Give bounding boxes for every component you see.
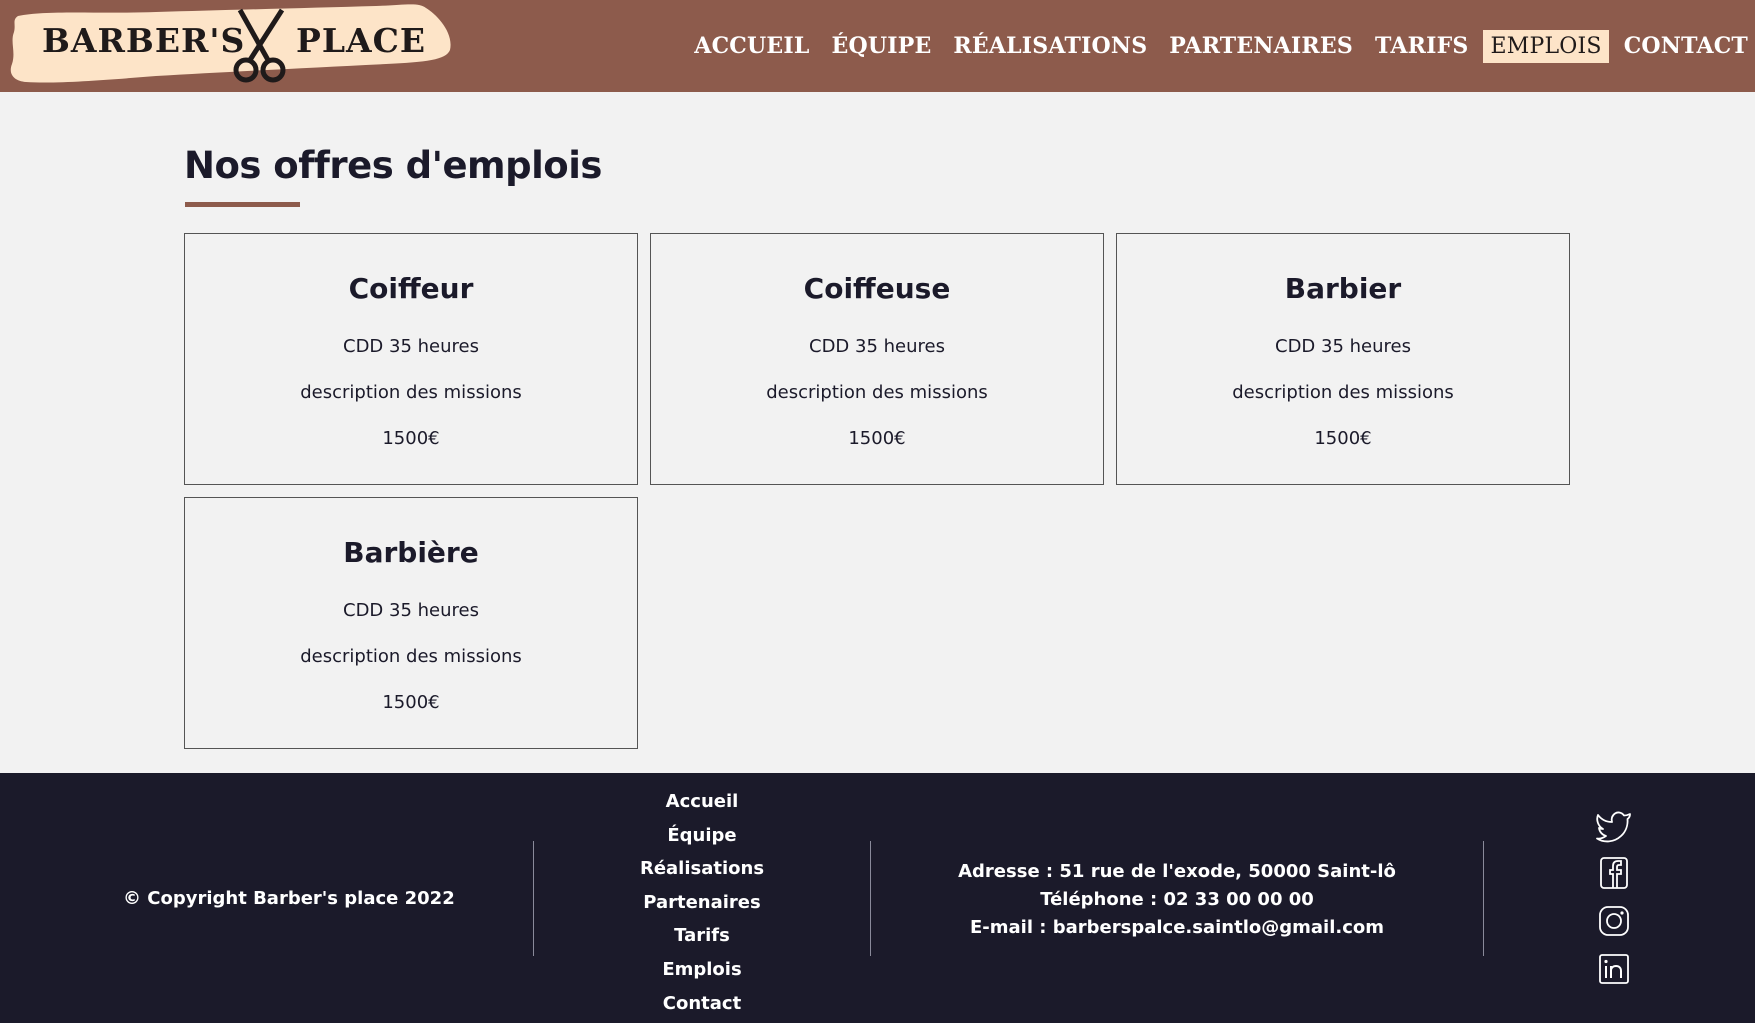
- social-links: [1594, 805, 1634, 997]
- job-salary: 1500€: [1314, 428, 1372, 449]
- footer-link-equipe[interactable]: Équipe: [534, 819, 870, 853]
- footer-link-tarifs[interactable]: Tarifs: [534, 919, 870, 953]
- site-footer: © Copyright Barber's place 2022 Accueil …: [0, 773, 1755, 1023]
- job-card: Coiffeuse CDD 35 heures description des …: [650, 233, 1104, 485]
- job-description: description des missions: [300, 646, 522, 667]
- linkedin-icon[interactable]: [1594, 949, 1634, 989]
- footer-nav: Accueil Équipe Réalisations Partenaires …: [534, 785, 870, 1020]
- job-description: description des missions: [300, 382, 522, 403]
- instagram-icon[interactable]: [1594, 901, 1634, 941]
- nav-item-equipe[interactable]: ÉQUIPE: [825, 29, 939, 63]
- nav-item-partenaires[interactable]: PARTENAIRES: [1162, 29, 1360, 63]
- twitter-icon[interactable]: [1594, 805, 1634, 845]
- job-contract: CDD 35 heures: [1275, 336, 1411, 357]
- nav-item-tarifs[interactable]: TARIFS: [1368, 29, 1476, 63]
- title-underline: [185, 202, 300, 207]
- job-contract: CDD 35 heures: [809, 336, 945, 357]
- job-salary: 1500€: [382, 428, 440, 449]
- nav-item-contact[interactable]: CONTACT: [1617, 29, 1755, 63]
- site-logo[interactable]: BARBER'S PLACE: [6, 2, 452, 88]
- job-card: Barbière CDD 35 heures description des m…: [184, 497, 638, 749]
- facebook-icon[interactable]: [1594, 853, 1634, 893]
- job-title: Barbière: [343, 536, 479, 569]
- footer-link-realisations[interactable]: Réalisations: [534, 852, 870, 886]
- job-card: Barbier CDD 35 heures description des mi…: [1116, 233, 1570, 485]
- job-description: description des missions: [1232, 382, 1454, 403]
- contact-address: Adresse : 51 rue de l'exode, 50000 Saint…: [958, 861, 1396, 882]
- footer-divider: [1483, 841, 1484, 956]
- site-header: BARBER'S PLACE ACCUEIL ÉQUIPE RÉALISATIO…: [0, 0, 1755, 92]
- job-title: Coiffeur: [348, 272, 474, 305]
- main-nav: ACCUEIL ÉQUIPE RÉALISATIONS PARTENAIRES …: [679, 28, 1755, 64]
- job-salary: 1500€: [848, 428, 906, 449]
- job-description: description des missions: [766, 382, 988, 403]
- logo-text-left: BARBER'S: [42, 21, 246, 60]
- contact-info: Adresse : 51 rue de l'exode, 50000 Saint…: [871, 858, 1483, 942]
- footer-link-accueil[interactable]: Accueil: [534, 785, 870, 819]
- copyright-text: © Copyright Barber's place 2022: [123, 888, 455, 909]
- job-card: Coiffeur CDD 35 heures description des m…: [184, 233, 638, 485]
- footer-link-emplois[interactable]: Emplois: [534, 953, 870, 987]
- nav-item-emplois[interactable]: EMPLOIS: [1483, 29, 1609, 63]
- nav-item-accueil[interactable]: ACCUEIL: [687, 29, 816, 63]
- nav-item-realisations[interactable]: RÉALISATIONS: [946, 29, 1154, 63]
- job-salary: 1500€: [382, 692, 440, 713]
- footer-link-contact[interactable]: Contact: [534, 987, 870, 1021]
- job-contract: CDD 35 heures: [343, 336, 479, 357]
- logo-text-right: PLACE: [296, 21, 427, 60]
- contact-email[interactable]: E-mail : barberspalce.saintlo@gmail.com: [871, 914, 1483, 942]
- page-title: Nos offres d'emplois: [184, 144, 602, 187]
- job-title: Barbier: [1284, 272, 1402, 305]
- job-title: Coiffeuse: [803, 272, 951, 305]
- contact-phone: Téléphone : 02 33 00 00 00: [1040, 889, 1314, 910]
- footer-link-partenaires[interactable]: Partenaires: [534, 886, 870, 920]
- job-contract: CDD 35 heures: [343, 600, 479, 621]
